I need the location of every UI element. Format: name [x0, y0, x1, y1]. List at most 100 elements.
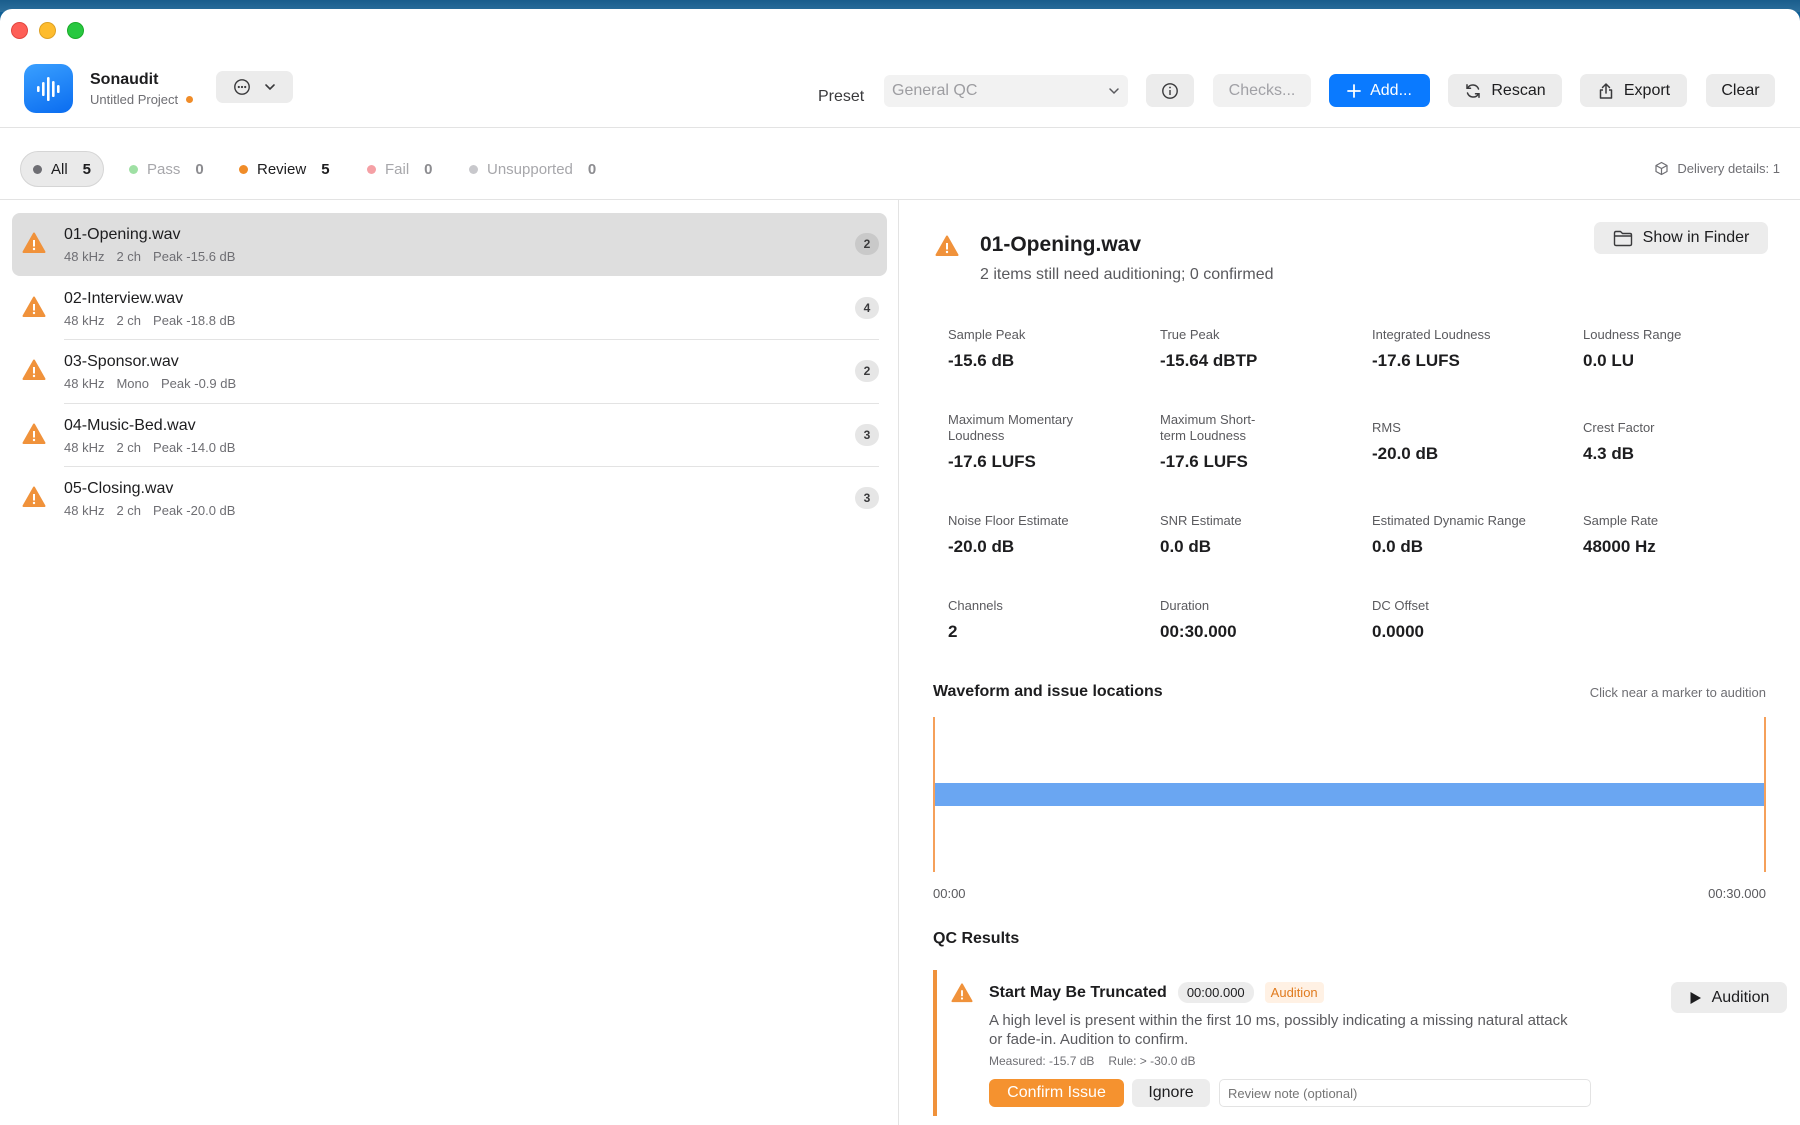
project-name-label: Untitled Project: [90, 92, 179, 107]
metric-label: RMS: [1372, 420, 1401, 435]
waveform-end-time: 00:30.000: [1708, 886, 1766, 901]
export-label: Export: [1623, 81, 1671, 99]
waveform-title: Waveform and issue locations: [933, 683, 1163, 700]
metric-label: True Peak: [1160, 327, 1220, 342]
issue-marker[interactable]: [1764, 717, 1766, 872]
filter-count: 5: [82, 160, 92, 178]
audition-button[interactable]: Audition: [1671, 982, 1787, 1013]
metric-value: -15.64 dBTP: [1160, 351, 1258, 370]
qc-results-title: QC Results: [933, 930, 1020, 947]
metric-channels: Channels 2: [948, 598, 1148, 642]
clear-button[interactable]: Clear: [1706, 74, 1775, 107]
detail-title: 01-Opening.wav: [980, 233, 1142, 256]
metric-value: 48000 Hz: [1583, 537, 1656, 556]
export-button[interactable]: Export: [1580, 74, 1687, 107]
file-row[interactable]: 03-Sponsor.wav 48 kHz Mono Peak -0.9 dB …: [12, 340, 887, 403]
qc-issue-card: Start May Be Truncated 00:00.000 Auditio…: [933, 970, 1787, 1116]
file-meta: 48 kHz 2 ch Peak -18.8 dB: [64, 313, 235, 328]
issue-rule: Rule: > -30.0 dB: [1108, 1054, 1196, 1068]
metric-value: -17.6 LUFS: [1372, 351, 1460, 370]
metric-crest-factor: Crest Factor 4.3 dB: [1583, 420, 1783, 464]
metric-label: Maximum Momentary Loudness: [948, 412, 1073, 443]
preset-value: General QC: [892, 82, 978, 99]
package-icon: [1655, 161, 1668, 176]
toolbar: Sonaudit Untitled Project Preset General…: [0, 9, 1800, 128]
more-actions-menu[interactable]: [216, 71, 293, 103]
issue-title-row: Start May Be Truncated 00:00.000 Auditio…: [989, 982, 1324, 1003]
warning-icon: [22, 486, 46, 507]
file-row[interactable]: 04-Music-Bed.wav 48 kHz 2 ch Peak -14.0 …: [12, 404, 887, 467]
ignore-button[interactable]: Ignore: [1132, 1079, 1210, 1107]
status-dot-icon: [33, 164, 42, 174]
chevron-down-icon: [265, 84, 276, 91]
file-channels: 2 ch: [116, 249, 142, 264]
issue-count-badge: 2: [855, 360, 879, 382]
file-sample-rate: 48 kHz: [64, 313, 105, 328]
refresh-icon: [1466, 83, 1481, 98]
filter-pass[interactable]: Pass 0: [117, 151, 216, 187]
metric-value: -17.6 LUFS: [948, 452, 1036, 471]
metric-label: Estimated Dynamic Range: [1372, 513, 1526, 528]
metric-value: -20.0 dB: [1372, 444, 1439, 463]
waveform-view[interactable]: [933, 717, 1766, 872]
metric-value: 0.0000: [1372, 622, 1424, 641]
filter-fail[interactable]: Fail 0: [355, 151, 445, 187]
file-name: 04-Music-Bed.wav: [64, 417, 196, 434]
warning-icon: [22, 423, 46, 444]
info-icon: [1162, 82, 1178, 99]
issue-count-badge: 3: [855, 424, 879, 446]
filter-label: Pass: [147, 160, 181, 178]
file-meta: 48 kHz 2 ch Peak -20.0 dB: [64, 503, 235, 518]
app-logo-icon: [24, 64, 73, 113]
filter-all[interactable]: All 5: [20, 151, 105, 187]
metric-noise-floor: Noise Floor Estimate -20.0 dB: [948, 513, 1148, 557]
metric-label: SNR Estimate: [1160, 513, 1242, 528]
filter-label: Fail: [385, 160, 410, 178]
metric-sample-peak: Sample Peak -15.6 dB: [948, 327, 1148, 371]
detail-panel: 01-Opening.wav 2 items still need auditi…: [900, 200, 1800, 1125]
app-window: Sonaudit Untitled Project Preset General…: [0, 9, 1800, 1125]
zoom-window-button[interactable]: [67, 22, 84, 39]
add-files-button[interactable]: Add...: [1329, 74, 1430, 107]
file-meta: 48 kHz 2 ch Peak -14.0 dB: [64, 440, 235, 455]
minimize-window-button[interactable]: [39, 22, 56, 39]
review-note-input[interactable]: [1219, 1079, 1591, 1107]
issue-marker[interactable]: [933, 717, 935, 872]
folder-icon: [1613, 230, 1632, 246]
metric-label: Maximum Short-term Loudness: [1160, 412, 1256, 443]
metric-label: DC Offset: [1372, 598, 1429, 613]
metric-dynamic-range: Estimated Dynamic Range 0.0 dB: [1372, 513, 1572, 557]
confirm-issue-button[interactable]: Confirm Issue: [989, 1079, 1124, 1107]
show-in-finder-button[interactable]: Show in Finder: [1594, 222, 1768, 254]
close-window-button[interactable]: [11, 22, 28, 39]
preset-info-button[interactable]: [1146, 74, 1194, 107]
file-meta: 48 kHz Mono Peak -0.9 dB: [64, 376, 236, 391]
rescan-label: Rescan: [1491, 81, 1546, 99]
metric-value: 0.0 dB: [1160, 537, 1212, 556]
detail-subtitle: 2 items still need auditioning; 0 confir…: [980, 266, 1274, 283]
file-row[interactable]: 05-Closing.wav 48 kHz 2 ch Peak -20.0 dB…: [12, 467, 887, 530]
filter-count: 0: [587, 160, 597, 178]
checks-button[interactable]: Checks...: [1213, 74, 1311, 107]
metric-value: 0.0 LU: [1583, 351, 1635, 370]
file-row[interactable]: 01-Opening.wav 48 kHz 2 ch Peak -15.6 dB…: [12, 213, 887, 276]
waveform-band: [933, 783, 1766, 806]
issue-status-tag: Audition: [1264, 982, 1324, 1003]
share-icon: [1599, 82, 1613, 99]
metric-max-momentary-loudness: Maximum Momentary Loudness -17.6 LUFS: [948, 412, 1098, 472]
file-row[interactable]: 02-Interview.wav 48 kHz 2 ch Peak -18.8 …: [12, 277, 887, 340]
metric-value: 00:30.000: [1160, 622, 1237, 641]
metric-duration: Duration 00:30.000: [1160, 598, 1360, 642]
plus-icon: [1347, 83, 1361, 98]
issue-count-badge: 2: [855, 233, 879, 255]
file-sample-rate: 48 kHz: [64, 440, 105, 455]
rescan-button[interactable]: Rescan: [1448, 74, 1562, 107]
delivery-details[interactable]: Delivery details: 1: [1654, 161, 1780, 176]
preset-select[interactable]: General QC: [884, 75, 1128, 107]
file-name: 05-Closing.wav: [64, 480, 174, 497]
issue-measurements: Measured: -15.7 dB Rule: > -30.0 dB: [989, 1054, 1195, 1068]
status-filter-bar: All 5 Pass 0 Review 5 Fail 0 Unsupported…: [0, 129, 1800, 200]
filter-review[interactable]: Review 5: [227, 151, 342, 187]
file-meta: 48 kHz 2 ch Peak -15.6 dB: [64, 249, 235, 264]
filter-unsupported[interactable]: Unsupported 0: [457, 151, 608, 187]
